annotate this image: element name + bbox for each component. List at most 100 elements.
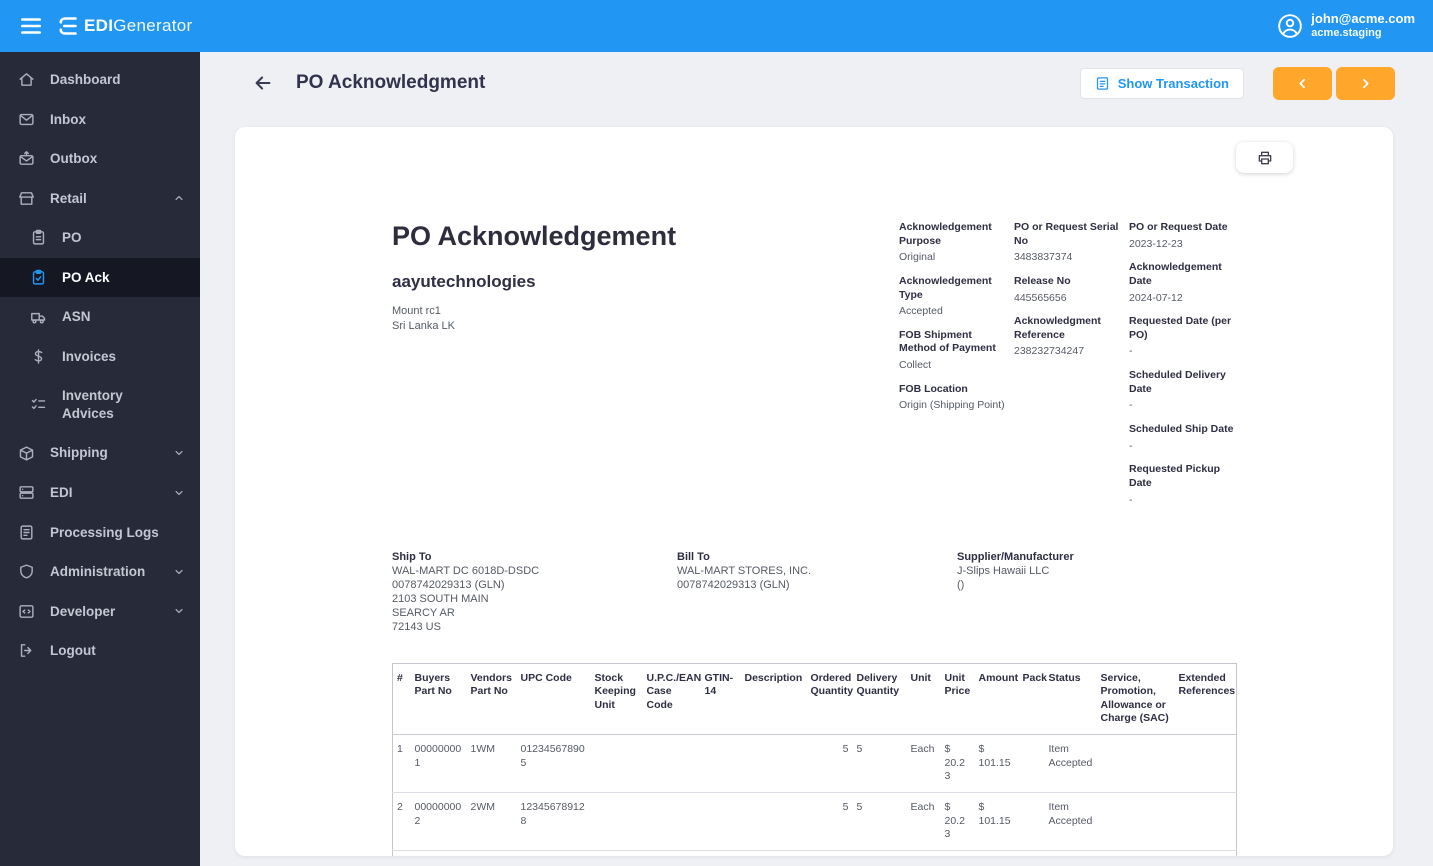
show-transaction-button[interactable]: Show Transaction (1079, 67, 1244, 99)
column-header: Pack (1018, 663, 1047, 736)
chevron-up-icon (172, 191, 186, 205)
table-row: 30000000033WM12345678914255Each$ 20.23$ … (393, 850, 1237, 856)
address-line: J-Slips Hawaii LLC (957, 565, 1050, 578)
address-line: 0078742029313 (GLN) (677, 579, 790, 592)
edigenerator-logo-icon (56, 14, 80, 38)
sidebar-item-invoices[interactable]: Invoices (0, 337, 200, 377)
column-header: Unit (906, 663, 941, 736)
back-arrow-icon[interactable] (252, 72, 274, 94)
chevron-left-icon (1295, 76, 1310, 91)
document-identity: PO Acknowledgement aayutechnologies Moun… (392, 221, 676, 517)
server-icon (18, 484, 35, 501)
sidebar-item-administration[interactable]: Administration (0, 552, 200, 592)
print-button[interactable] (1236, 142, 1293, 173)
sidebar-item-label: Administration (50, 564, 146, 580)
table-cell (1175, 735, 1237, 793)
meta-label: Acknowledgement Date (1129, 261, 1222, 287)
table-cell (741, 793, 807, 851)
table-cell: 000000002 (414, 801, 462, 827)
sidebar-item-edi[interactable]: EDI (0, 473, 200, 513)
sidebar-item-retail[interactable]: Retail (0, 179, 200, 219)
table-cell: 2WM (470, 801, 496, 814)
ship-to-block: Ship To WAL-MART DC 6018D-DSDC 007874202… (392, 551, 677, 634)
sidebar-item-dashboard[interactable]: Dashboard (0, 60, 200, 100)
sidebar-item-po[interactable]: PO (0, 218, 200, 258)
sidebar-item-label: Invoices (62, 348, 117, 364)
meta-label: Acknowledgement Type (899, 274, 992, 301)
sidebar-item-label: Inbox (50, 111, 86, 127)
sidebar-item-label: Retail (50, 190, 87, 206)
sidebar-item-po-ack[interactable]: PO Ack (0, 257, 200, 298)
table-cell: 2 (397, 801, 403, 814)
table-cell: 1 (397, 743, 403, 756)
meta-value: 2023-12-23 (1129, 237, 1183, 250)
user-org: acme.staging (1311, 27, 1382, 40)
sidebar-item-inventory-advices[interactable]: Inventory Advices (0, 376, 200, 433)
table-cell: 123456789128 (520, 801, 585, 827)
shield-icon (18, 563, 35, 580)
frame: Dashboard Inbox Outbox Retail PO PO Ack … (0, 52, 1433, 866)
column-header: GTIN-14 (700, 663, 741, 736)
sidebar-item-processing-logs[interactable]: Processing Logs (0, 513, 200, 553)
table-cell (1175, 793, 1237, 851)
meta-value: 3483837374 (1014, 251, 1073, 264)
sidebar-item-label: Inventory Advices (62, 388, 123, 421)
table-cell (591, 850, 643, 856)
table-cell: Each (910, 743, 935, 756)
user-menu[interactable]: john@acme.com acme.staging (1277, 11, 1415, 41)
table-cell: Each (907, 850, 941, 856)
bill-to-block: Bill To WAL-MART STORES, INC. 0078742029… (677, 551, 957, 634)
column-header: Status (1044, 663, 1097, 736)
meta-field: PO or Request Date 2023-12-23 (1129, 221, 1236, 251)
logs-icon (18, 524, 35, 541)
sidebar-item-shipping[interactable]: Shipping (0, 433, 200, 473)
meta-field: Scheduled Delivery Date - (1129, 369, 1236, 413)
meta-label: FOB Location (899, 382, 968, 395)
table-cell: Item Accepted (1045, 850, 1097, 856)
meta-label: Requested Pickup Date (1129, 463, 1221, 489)
table-cell: 012345678905 (520, 743, 585, 769)
meta-field: PO or Request Serial No 3483837374 (1014, 221, 1121, 265)
next-button[interactable] (1336, 66, 1395, 100)
table-cell (591, 793, 643, 851)
address-line: Sri Lanka LK (392, 319, 455, 332)
meta-label: Scheduled Ship Date (1129, 423, 1234, 436)
address-line: 72143 US (392, 620, 441, 633)
main-area: PO Acknowledgment Show Transaction PO Ac… (200, 52, 1433, 866)
sidebar-item-label: ASN (62, 309, 91, 325)
previous-button[interactable] (1273, 66, 1332, 100)
inbox-mail-icon (18, 111, 35, 128)
sidebar-item-developer[interactable]: Developer (0, 592, 200, 632)
pagination-buttons (1273, 66, 1395, 100)
table-cell: $ 20.23 (944, 743, 965, 783)
table-row: 1 000000001 1WM 012345678905 5 5 Each $ 20.23 $ … (392, 735, 1237, 793)
logout-icon (18, 642, 35, 659)
meta-value: - (1129, 345, 1133, 358)
table-row: 2 000000002 2WM 123456789128 5 5 Each $ 20.23 $ … (392, 793, 1237, 851)
sidebar-item-asn[interactable]: ASN (0, 297, 200, 337)
addresses-row: Ship To WAL-MART DC 6018D-DSDC 007874202… (392, 551, 1236, 634)
show-transaction-label: Show Transaction (1117, 75, 1229, 91)
company-name: aayutechnologies (392, 272, 536, 291)
sidebar-item-logout[interactable]: Logout (0, 631, 200, 671)
supplier-label: Supplier/Manufacturer (957, 551, 1074, 564)
address-line: SEARCY AR (392, 606, 455, 619)
chevron-down-icon (172, 565, 186, 579)
table-cell (1019, 793, 1045, 851)
brand[interactable]: EDIGenerator (56, 14, 193, 38)
meta-field: Requested Date (per PO) - (1129, 315, 1236, 359)
sidebar-item-label: Developer (50, 603, 116, 619)
meta-label: Acknowledgment Reference (1014, 315, 1101, 341)
dollar-icon (30, 348, 47, 365)
meta-field: Scheduled Ship Date - (1129, 423, 1236, 453)
sidebar-item-outbox[interactable]: Outbox (0, 139, 200, 179)
sidebar: Dashboard Inbox Outbox Retail PO PO Ack … (0, 52, 200, 866)
brand-text: EDIGenerator (84, 16, 193, 36)
brand-light: Generator (113, 16, 193, 35)
page-title: PO Acknowledgment (296, 72, 486, 93)
column-header: Buyers Part No (410, 663, 467, 736)
meta-value: Original (899, 251, 936, 264)
sidebar-item-inbox[interactable]: Inbox (0, 100, 200, 140)
hamburger-menu-icon[interactable] (18, 13, 44, 39)
app-window: EDIGenerator john@acme.com acme.staging … (0, 0, 1433, 866)
